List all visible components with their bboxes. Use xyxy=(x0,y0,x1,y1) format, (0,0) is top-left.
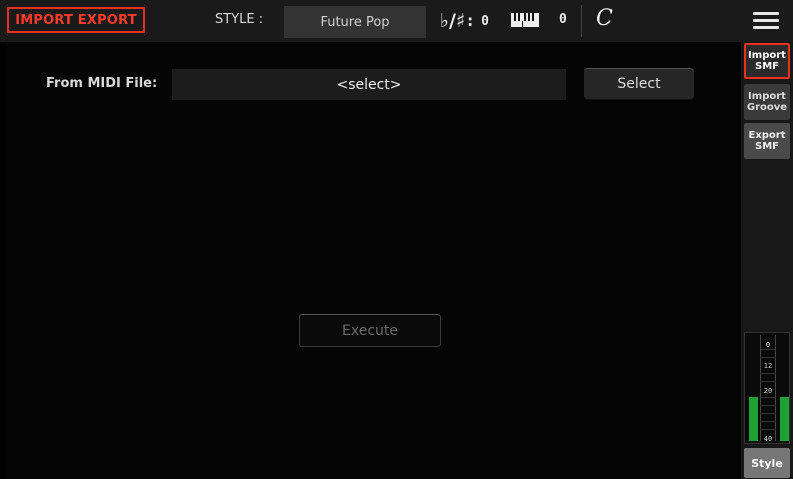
level-meter: 0 12 20 40 xyxy=(744,332,790,444)
from-midi-file-label: From MIDI File: xyxy=(46,76,158,91)
scale-tick xyxy=(761,373,775,374)
tab-label-line1: Export xyxy=(748,130,786,141)
meter-scale-label: 0 xyxy=(761,341,775,349)
main-panel xyxy=(6,42,739,479)
common-time-icon[interactable]: C xyxy=(596,6,613,31)
tab-import-smf[interactable]: Import SMF xyxy=(744,43,790,79)
top-bar: IMPORT EXPORT STYLE : Future Pop ♭/♯ : 0… xyxy=(0,0,793,42)
style-name-field[interactable]: Future Pop xyxy=(284,6,426,38)
meter-bar-left xyxy=(749,397,758,441)
meter-scale-label: 20 xyxy=(761,387,775,395)
page-title[interactable]: IMPORT EXPORT xyxy=(7,7,145,33)
transpose-value: 0 xyxy=(481,13,489,29)
octave-value: 0 xyxy=(559,12,567,27)
keyboard-icon[interactable] xyxy=(511,13,539,27)
tab-label-line1: Import xyxy=(748,91,786,102)
tab-label-line2: SMF xyxy=(755,61,779,72)
header-divider xyxy=(581,5,582,37)
tab-label-line2: SMF xyxy=(755,141,779,152)
scale-tick xyxy=(761,381,775,382)
scale-tick xyxy=(761,429,775,430)
meter-scale-label: 40 xyxy=(761,435,775,443)
meter-scale-label: 12 xyxy=(761,362,775,370)
scale-tick xyxy=(761,413,775,414)
midi-file-field[interactable]: <select> xyxy=(172,69,566,100)
transpose-indicator[interactable]: ♭/♯ : 0 xyxy=(440,8,489,34)
import-export-screen: IMPORT EXPORT STYLE : Future Pop ♭/♯ : 0… xyxy=(0,0,793,479)
transpose-colon: : xyxy=(467,12,474,30)
execute-button[interactable]: Execute xyxy=(299,314,441,347)
hamburger-menu-icon[interactable] xyxy=(753,12,779,32)
flat-sharp-icon: ♭/♯ xyxy=(440,10,466,32)
meter-scale: 0 12 20 40 xyxy=(760,335,776,443)
tab-label-line1: Import xyxy=(748,50,786,61)
tab-label-line2: Groove xyxy=(746,102,788,113)
select-button[interactable]: Select xyxy=(584,68,694,100)
scale-tick xyxy=(761,349,775,350)
scale-tick xyxy=(761,405,775,406)
scale-tick xyxy=(761,421,775,422)
tab-import-groove[interactable]: Import Groove xyxy=(744,84,790,120)
scale-tick xyxy=(761,357,775,358)
style-button[interactable]: Style xyxy=(744,448,790,478)
tab-export-smf[interactable]: Export SMF xyxy=(744,123,790,159)
style-label: STYLE : xyxy=(215,12,264,27)
scale-tick xyxy=(761,397,775,398)
meter-bar-right xyxy=(780,397,789,441)
